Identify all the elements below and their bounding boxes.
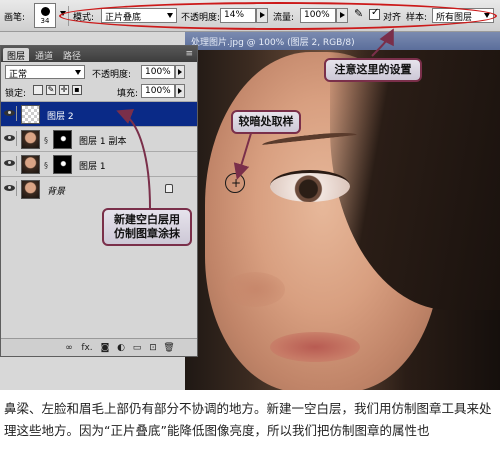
fill-input[interactable]: 100%: [141, 84, 175, 98]
lock-label: 锁定:: [5, 89, 27, 99]
callout-line-1: 新建空白层用: [114, 213, 180, 226]
lock-icon: [165, 184, 173, 193]
layer-name: 图层 1 副本: [79, 137, 127, 147]
layers-panel: 图层 通道 路径 ≡ 正常 不透明度: 100% 锁定: ✎ ✛ ▪ 填充: 1…: [0, 45, 198, 357]
brush-tip-icon: [41, 7, 50, 16]
layer-row-layer-2[interactable]: 图层 2: [1, 101, 197, 126]
link-layers-icon[interactable]: ∞: [63, 342, 75, 354]
layer-thumbnail: [21, 130, 40, 149]
visibility-toggle[interactable]: [3, 181, 17, 196]
tab-paths[interactable]: 路径: [59, 48, 85, 62]
blend-mode-select[interactable]: 正常: [5, 65, 85, 80]
layer-thumbnail: [21, 155, 40, 174]
article-caption: 鼻梁、左脸和眉毛上部仍有部分不协调的地方。新建一空白层，我们用仿制图章工具来处理…: [4, 401, 492, 438]
layers-panel-footer: ∞ fx. ◙ ◐ ▭ ⊡ 🗑: [1, 338, 197, 356]
document-titlebar: 处理图片.jpg @ 100% (图层 2, RGB/8): [185, 32, 500, 50]
visibility-toggle[interactable]: [3, 156, 17, 171]
lock-pixels-icon[interactable]: ✎: [46, 85, 56, 95]
options-bar: 画笔: 34 模式: 正片叠底 不透明度: 14% 流量: 100% ✎ 对齐 …: [0, 0, 500, 32]
layer-row-layer-1[interactable]: § 图层 1: [1, 151, 197, 176]
layer-mask-thumbnail: [53, 130, 72, 149]
photo-nose: [225, 272, 285, 307]
layer-row-background[interactable]: 背景: [1, 176, 197, 201]
eye-icon: [4, 185, 15, 191]
tab-channels[interactable]: 通道: [31, 48, 57, 62]
mask-link-icon[interactable]: §: [44, 161, 48, 170]
fill-slider-button[interactable]: [175, 84, 185, 98]
photo-eye: [270, 170, 350, 202]
trash-icon[interactable]: 🗑: [163, 342, 175, 354]
eye-icon: [4, 135, 15, 141]
layer-name: 背景: [47, 187, 66, 197]
callout-settings-note: 注意这里的设置: [324, 58, 422, 82]
tab-layers[interactable]: 图层: [3, 48, 30, 62]
eye-icon: [4, 110, 15, 116]
visibility-toggle[interactable]: [3, 106, 17, 121]
mask-link-icon[interactable]: §: [44, 136, 48, 145]
visibility-toggle[interactable]: [3, 131, 17, 146]
callout-new-layer-note: 新建空白层用 仿制图章涂抹: [102, 208, 192, 246]
layers-panel-tabs: 图层 通道 路径 ≡: [1, 46, 197, 62]
layer-opacity-input[interactable]: 100%: [141, 65, 175, 79]
lock-position-icon[interactable]: ✛: [59, 85, 69, 95]
layer-opacity-label: 不透明度:: [92, 70, 132, 80]
layer-opacity-slider-button[interactable]: [175, 65, 185, 79]
fill-label: 填充:: [117, 89, 139, 99]
clone-sample-cursor-icon: +: [225, 173, 245, 193]
add-mask-icon[interactable]: ◙: [99, 342, 111, 354]
lock-transparency-icon[interactable]: [33, 85, 43, 95]
fx-icon[interactable]: fx.: [79, 342, 95, 354]
layer-name: 图层 1: [79, 162, 106, 172]
settings-highlight-ellipse: [59, 2, 497, 30]
panel-menu-icon[interactable]: ≡: [185, 49, 193, 59]
new-layer-icon[interactable]: ⊡: [147, 342, 159, 354]
new-group-icon[interactable]: ▭: [131, 342, 143, 354]
lock-all-icon[interactable]: ▪: [72, 85, 82, 95]
blend-mode-value: 正常: [9, 70, 28, 80]
chevron-down-icon: [75, 70, 81, 75]
photo-lips: [270, 332, 360, 362]
layer-thumbnail: [21, 180, 40, 199]
callout-line-2: 仿制图章涂抹: [114, 227, 180, 240]
layer-row-layer-1-copy[interactable]: § 图层 1 副本: [1, 126, 197, 151]
callout-sample-note: 较暗处取样: [231, 110, 301, 134]
brush-label: 画笔:: [4, 13, 26, 23]
brush-preset-picker[interactable]: 34: [34, 3, 56, 28]
adjustment-layer-icon[interactable]: ◐: [115, 342, 127, 354]
layer-name: 图层 2: [47, 112, 74, 122]
layer-mask-thumbnail: [53, 155, 72, 174]
brush-size: 34: [40, 17, 50, 25]
eye-icon: [4, 160, 15, 166]
layer-thumbnail: [21, 105, 40, 124]
